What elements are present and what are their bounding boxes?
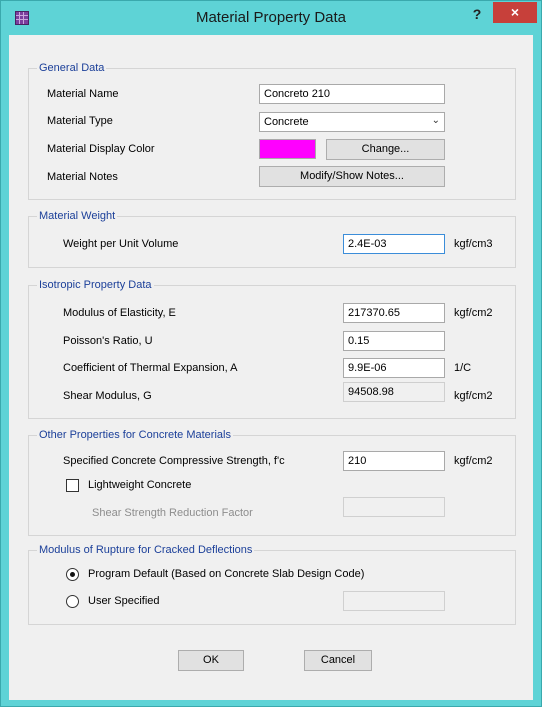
shear-unit: kgf/cm2 <box>454 390 493 402</box>
weight-input[interactable]: 2.4E-03 <box>343 234 445 254</box>
material-notes-label: Material Notes <box>47 171 118 183</box>
weight-label: Weight per Unit Volume <box>63 238 179 250</box>
user-specified-input <box>343 591 445 611</box>
material-name-label: Material Name <box>47 88 119 100</box>
modulus-label: Modulus of Elasticity, E <box>63 307 176 319</box>
material-type-label: Material Type <box>47 115 113 127</box>
concrete-legend: Other Properties for Concrete Materials <box>39 429 231 441</box>
rupture-legend: Modulus of Rupture for Cracked Deflectio… <box>39 544 253 556</box>
material-property-dialog: Material Property Data ? × General Data … <box>0 0 542 707</box>
dialog-body: General Data Material Name Concreto 210 … <box>9 35 533 700</box>
modify-notes-button[interactable]: Modify/Show Notes... <box>259 166 445 187</box>
title-bar[interactable]: Material Property Data ? × <box>1 1 541 35</box>
reduction-factor-input <box>343 497 445 517</box>
lightweight-label: Lightweight Concrete <box>88 479 192 491</box>
weight-unit: kgf/cm3 <box>454 238 493 250</box>
display-color-label: Material Display Color <box>47 143 155 155</box>
user-specified-label: User Specified <box>88 595 160 607</box>
change-color-button[interactable]: Change... <box>326 139 445 160</box>
dialog-title: Material Property Data <box>195 9 347 26</box>
material-type-select[interactable]: Concrete ⌄ <box>259 112 445 132</box>
lightweight-checkbox[interactable] <box>66 479 79 492</box>
program-default-radio[interactable] <box>66 568 79 581</box>
rupture-group: Modulus of Rupture for Cracked Deflectio… <box>28 544 516 625</box>
shear-label: Shear Modulus, G <box>63 390 152 402</box>
modulus-unit: kgf/cm2 <box>454 307 493 319</box>
fc-input[interactable]: 210 <box>343 451 445 471</box>
thermal-input[interactable]: 9.9E-06 <box>343 358 445 378</box>
thermal-label: Coefficient of Thermal Expansion, A <box>63 362 238 374</box>
material-name-input[interactable]: Concreto 210 <box>259 84 445 104</box>
material-weight-legend: Material Weight <box>39 210 116 222</box>
display-color-swatch <box>259 139 316 159</box>
poisson-input[interactable]: 0.15 <box>343 331 445 351</box>
thermal-unit: 1/C <box>454 362 472 374</box>
material-type-value: Concrete <box>264 116 309 128</box>
fc-unit: kgf/cm2 <box>454 455 493 467</box>
isotropic-legend: Isotropic Property Data <box>39 279 152 291</box>
chevron-down-icon: ⌄ <box>431 115 440 126</box>
help-icon[interactable]: ? <box>467 4 487 24</box>
general-data-legend: General Data <box>39 62 105 74</box>
reduction-factor-label: Shear Strength Reduction Factor <box>92 507 253 519</box>
program-default-label: Program Default (Based on Concrete Slab … <box>88 568 365 580</box>
shear-value: 94508.98 <box>343 382 445 402</box>
ok-button[interactable]: OK <box>178 650 244 671</box>
cancel-button[interactable]: Cancel <box>304 650 372 671</box>
user-specified-radio[interactable] <box>66 595 79 608</box>
poisson-label: Poisson's Ratio, U <box>63 335 153 347</box>
fc-label: Specified Concrete Compressive Strength,… <box>63 455 285 467</box>
close-button[interactable]: × <box>493 2 537 23</box>
modulus-input[interactable]: 217370.65 <box>343 303 445 323</box>
